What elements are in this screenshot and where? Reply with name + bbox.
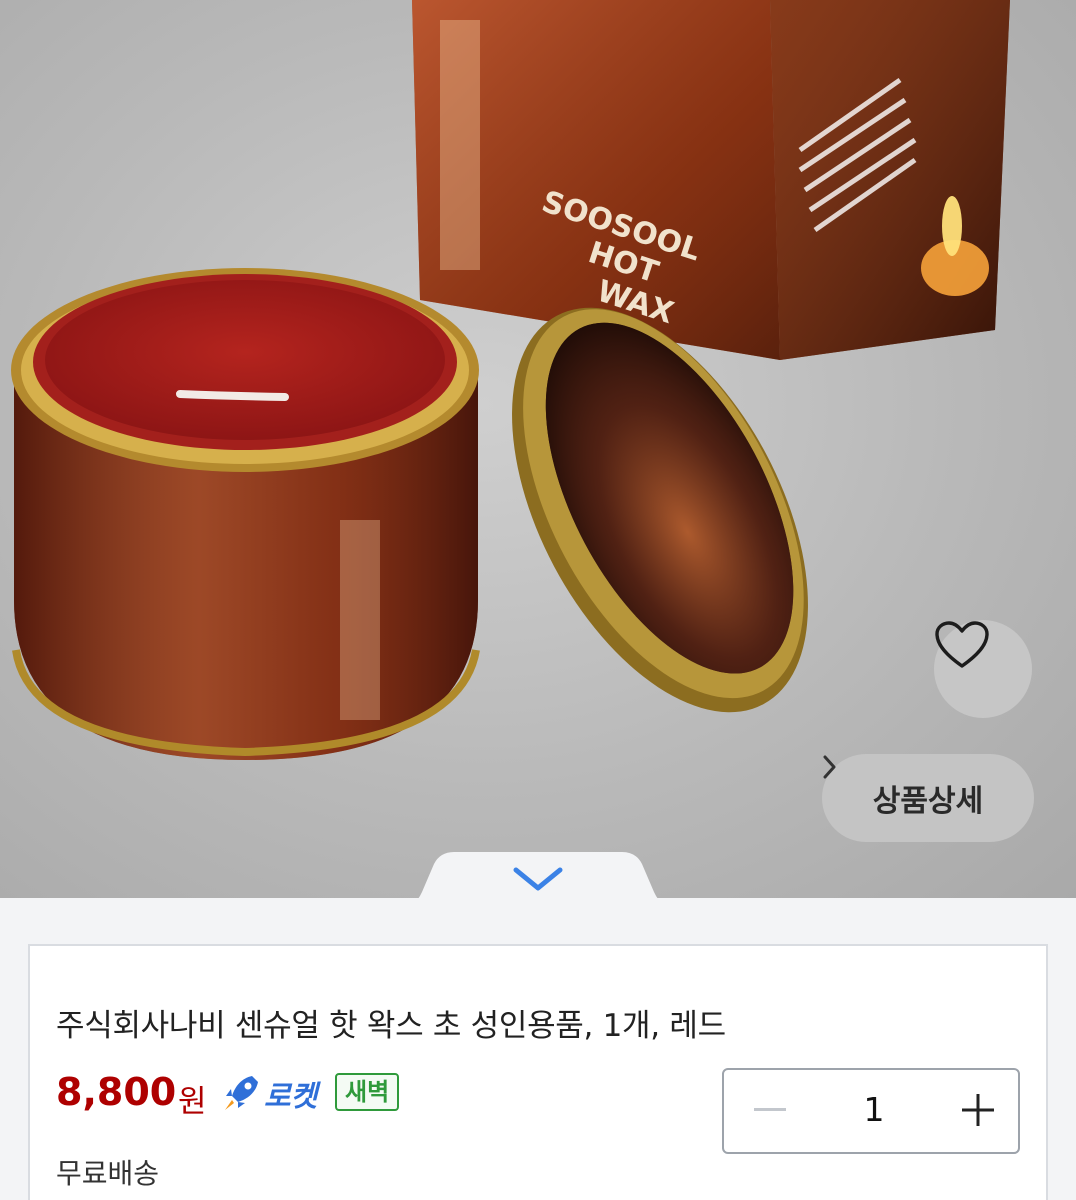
rocket-icon: [225, 1076, 258, 1110]
minus-icon: [754, 1108, 786, 1111]
quantity-value[interactable]: 1: [834, 1090, 914, 1129]
decrease-quantity-button[interactable]: [748, 1088, 792, 1132]
wishlist-button[interactable]: [934, 620, 1032, 718]
shipping-info: 무료배송: [56, 1157, 160, 1190]
plus-icon: [962, 1094, 994, 1126]
dawn-delivery-badge: 새벽: [335, 1073, 400, 1111]
rocket-delivery-label: 로켓: [264, 1079, 318, 1113]
product-detail-button[interactable]: 상품상세: [822, 754, 1034, 842]
product-title: 주식회사나비 센슈얼 핫 왁스 초 성인용품, 1개, 레드: [56, 1008, 726, 1044]
heart-icon: [935, 621, 989, 668]
quantity-stepper: 1: [722, 1068, 1020, 1154]
candle-tin: [11, 268, 480, 760]
increase-quantity-button[interactable]: [956, 1088, 1000, 1132]
collapse-sheet-button[interactable]: [396, 852, 680, 910]
product-detail-label: 상품상세: [872, 784, 984, 819]
chevron-right-icon: [823, 755, 836, 779]
price-currency: 원: [178, 1084, 207, 1120]
product-box: SOOSOOL HOT WAX: [412, 0, 1010, 360]
product-price: 8,800: [56, 1070, 177, 1114]
product-image[interactable]: SOOSOOL HOT WAX 상품상세: [0, 0, 1076, 900]
